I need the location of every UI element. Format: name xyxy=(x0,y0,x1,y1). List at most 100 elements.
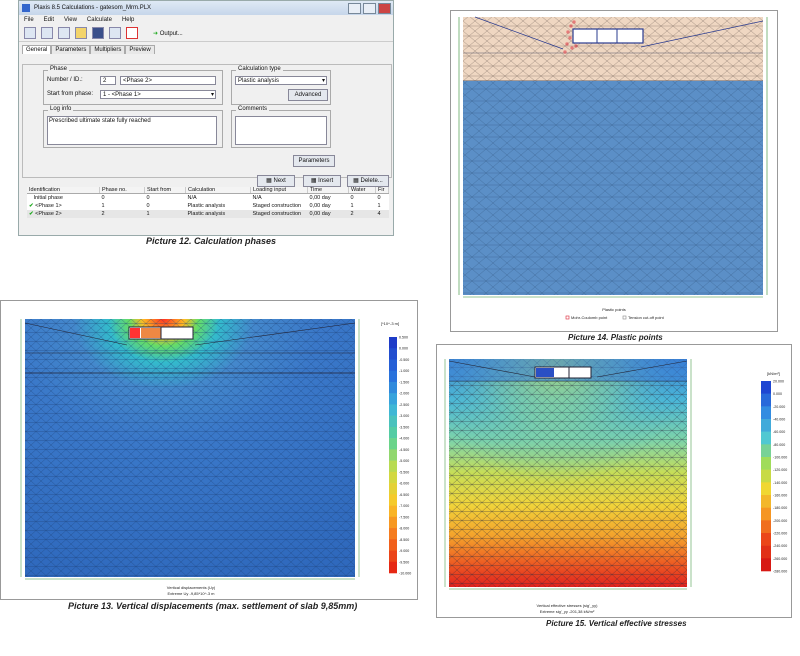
next-icon: ▦ xyxy=(266,178,272,184)
calc-program-icon[interactable] xyxy=(41,27,53,39)
caption-picture-14: Picture 14. Plastic points xyxy=(568,333,663,342)
colorbar-tick-label: -180.000 xyxy=(773,506,787,510)
tab-preview[interactable]: Preview xyxy=(125,45,155,54)
output-program-icon[interactable] xyxy=(58,27,70,39)
open-icon[interactable] xyxy=(75,27,87,39)
colorbar-swatch xyxy=(389,438,397,450)
tab-parameters[interactable]: Parameters xyxy=(51,45,91,54)
colorbar-swatch xyxy=(389,359,397,372)
colorbar-swatch xyxy=(389,550,397,563)
table-row[interactable]: Initial phase 0 0 N/A N/A 0,00 day 0 0 xyxy=(27,194,389,203)
log-group-label: Log info xyxy=(48,106,74,112)
parameters-button[interactable]: Parameters xyxy=(293,155,335,167)
tab-panel: Phase Number / ID.: 2 <Phase 2> Start fr… xyxy=(22,64,392,178)
colorbar-tick-label: -6.500 xyxy=(399,493,409,497)
log-text: Prescribed ultimate state fully reached xyxy=(47,116,217,145)
colorbar-swatch xyxy=(389,426,397,439)
cell: 0 xyxy=(146,195,150,201)
menu-edit[interactable]: Edit xyxy=(44,17,54,23)
close-button[interactable] xyxy=(378,3,391,14)
colorbar-swatch xyxy=(761,444,771,458)
tab-multipliers[interactable]: Multipliers xyxy=(90,45,126,54)
cell: Plastic analysis xyxy=(187,211,226,217)
comments-group: Comments xyxy=(231,106,331,148)
menu-view[interactable]: View xyxy=(64,17,77,23)
colorbar-swatch xyxy=(761,520,771,534)
colorbar-swatch xyxy=(389,348,397,360)
input-program-icon[interactable] xyxy=(24,27,36,39)
cell: 2 xyxy=(350,211,354,217)
print-icon[interactable] xyxy=(109,27,121,39)
cell-id: Initial phase xyxy=(33,195,63,201)
plaxis-window: Plaxis 8.5 Calculations - gatesom_Mrm.PL… xyxy=(18,0,394,236)
colorbar-swatch xyxy=(389,449,397,461)
phase-group-label: Phase xyxy=(48,66,70,72)
phases-table: Identification Phase no. Start from Calc… xyxy=(27,187,389,218)
colorbar-swatch xyxy=(761,545,771,559)
cell: 0 xyxy=(377,195,381,201)
colorbar-tick-label: -240.000 xyxy=(773,544,787,548)
colorbar-tick-label: -40.000 xyxy=(773,418,785,422)
colorbar-tick-label: -140.000 xyxy=(773,481,787,485)
colorbar-tick-label: -10.000 xyxy=(399,572,411,576)
maximize-button[interactable] xyxy=(363,3,376,14)
colorbar-tick-label: -6.000 xyxy=(399,482,409,486)
delete-button[interactable]: ▦ Delete... xyxy=(347,175,389,187)
output-button[interactable]: ➜ Output... xyxy=(153,30,183,37)
calc-type-label: Calculation type xyxy=(236,66,283,72)
colorbar-swatch xyxy=(761,457,771,470)
colorbar-tick-label: -220.000 xyxy=(773,532,787,536)
advanced-button[interactable]: Advanced xyxy=(288,89,328,101)
displacements-model: 0.500 0.000 -0.500 -1.000 -1.500 -2.000 -2.500… xyxy=(20,319,411,596)
colorbar-tick-label: -2.000 xyxy=(399,392,409,396)
cell: N/A xyxy=(252,195,262,201)
colorbar-swatch xyxy=(389,393,397,405)
cell: 0,00 day xyxy=(309,195,331,201)
start-from-select[interactable]: 1 - <Phase 1> ▾ xyxy=(100,90,216,99)
cell: 0 xyxy=(350,195,354,201)
plastic-points-model: Plastic points Mohr-Coulomb point Tensio… xyxy=(458,16,768,320)
menu-calculate[interactable]: Calculate xyxy=(87,17,112,23)
displacement-colorbar: 0.500 0.000 -0.500 -1.000 -1.500 -2.000 -2.500… xyxy=(389,336,411,576)
phase-number-field[interactable]: 2 xyxy=(100,76,116,85)
phase-name-field[interactable]: <Phase 2> xyxy=(120,76,216,85)
colorbar-tick-label: 0.000 xyxy=(399,347,408,351)
comments-field[interactable] xyxy=(235,116,327,145)
colorbar-swatch xyxy=(761,406,771,420)
cell-id: ✔ <Phase 1> xyxy=(29,203,62,209)
displacement-extreme: Extreme Uy -9,85*10^-3 m xyxy=(167,591,215,596)
colorbar-tick-label: 0.500 xyxy=(399,336,408,340)
table-row[interactable]: ✔ <Phase 2> 2 1 Plastic analysis Staged … xyxy=(27,210,389,218)
colorbar-tick-label: -160.000 xyxy=(773,494,787,498)
select-points-icon[interactable] xyxy=(126,27,138,39)
tab-general[interactable]: General xyxy=(22,45,52,54)
cell: 0 xyxy=(146,203,150,209)
colorbar-tick-label: -1.000 xyxy=(399,369,409,373)
colorbar-tick-label: -200.000 xyxy=(773,519,787,523)
plastic-points-panel: Plastic points Mohr-Coulomb point Tensio… xyxy=(450,10,778,332)
colorbar-swatch xyxy=(389,505,397,518)
table-row[interactable]: ✔ <Phase 1> 1 0 Plastic analysis Staged … xyxy=(27,202,389,210)
insert-button[interactable]: ▦ Insert xyxy=(303,175,341,187)
calc-type-select[interactable]: Plastic analysis ▾ xyxy=(235,76,327,85)
colorbar-tick-label: -2.500 xyxy=(399,403,409,407)
cell: 1 xyxy=(350,203,354,209)
chevron-down-icon: ▾ xyxy=(210,92,214,98)
colorbar-swatch xyxy=(761,558,771,572)
colorbar-swatch xyxy=(761,393,771,407)
colorbar-tick-label: -4.500 xyxy=(399,448,409,452)
menu-help[interactable]: Help xyxy=(122,17,134,23)
stress-colorbar: 20.000 0.000 -20.000 -40.000 -60.000 -80.000 -… xyxy=(761,380,787,574)
check-icon: ✔ xyxy=(29,203,34,209)
minimize-button[interactable] xyxy=(348,3,361,14)
window-title: Plaxis 8.5 Calculations - gatesom_Mrm.PL… xyxy=(34,5,152,11)
colorbar-tick-label: -7.500 xyxy=(399,515,409,519)
arrow-icon: ➜ xyxy=(153,30,159,37)
next-button[interactable]: ▦ Next xyxy=(257,175,295,187)
save-icon[interactable] xyxy=(92,27,104,39)
colorbar-tick-label: -5.000 xyxy=(399,459,409,463)
menu-file[interactable]: File xyxy=(24,17,34,23)
colorbar-swatch xyxy=(389,471,397,484)
colorbar-unit: [*10^-3 m] xyxy=(381,321,399,326)
comments-group-label: Comments xyxy=(236,106,270,112)
